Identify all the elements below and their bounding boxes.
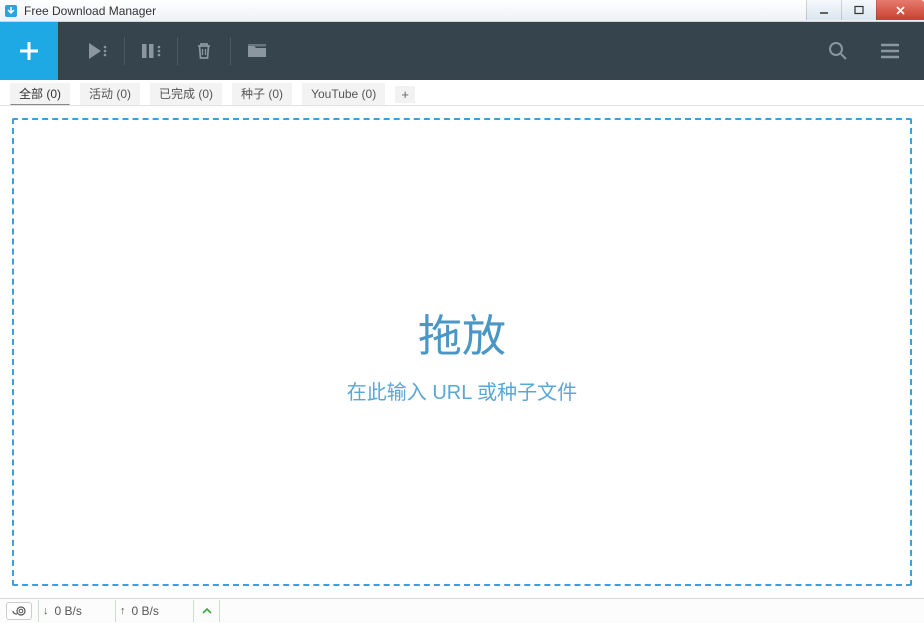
toolbar-right: [812, 22, 924, 80]
drop-title: 拖放: [418, 300, 506, 364]
filter-tab-seed[interactable]: 种子 (0): [232, 83, 292, 105]
pause-button[interactable]: [125, 22, 177, 80]
toolbar: [0, 22, 924, 80]
filter-tab-all[interactable]: 全部 (0): [10, 83, 70, 105]
maximize-button[interactable]: [841, 0, 876, 20]
drop-zone[interactable]: 拖放 在此输入 URL 或种子文件: [12, 118, 912, 586]
add-download-button[interactable]: [0, 22, 58, 80]
close-button[interactable]: [876, 0, 924, 20]
download-speed[interactable]: ↓ 0 B/s: [38, 600, 116, 622]
app-icon: [4, 4, 18, 18]
minimize-button[interactable]: [806, 0, 841, 20]
main-area: 拖放 在此输入 URL 或种子文件: [0, 106, 924, 598]
download-speed-value: 0 B/s: [55, 604, 82, 618]
filter-bar: 全部 (0) 活动 (0) 已完成 (0) 种子 (0) YouTube (0)…: [0, 80, 924, 106]
snail-mode-button[interactable]: [6, 602, 32, 620]
search-button[interactable]: [812, 22, 864, 80]
filter-tab-active[interactable]: 活动 (0): [80, 83, 140, 105]
window-title: Free Download Manager: [24, 4, 156, 18]
upload-speed-value: 0 B/s: [132, 604, 159, 618]
folder-button[interactable]: [231, 22, 283, 80]
window-controls: [806, 0, 924, 20]
title-bar: Free Download Manager: [0, 0, 924, 22]
up-arrow-icon: ↑: [120, 605, 126, 617]
status-bar: ↓ 0 B/s ↑ 0 B/s: [0, 598, 924, 623]
menu-button[interactable]: [864, 22, 916, 80]
filter-tab-youtube[interactable]: YouTube (0): [302, 83, 385, 105]
filter-tab-done[interactable]: 已完成 (0): [150, 83, 222, 105]
playback-group: [72, 22, 283, 80]
drop-subtitle: 在此输入 URL 或种子文件: [347, 376, 577, 405]
upload-speed[interactable]: ↑ 0 B/s: [116, 600, 194, 622]
status-toggle-button[interactable]: [194, 600, 220, 622]
start-button[interactable]: [72, 22, 124, 80]
down-arrow-icon: ↓: [43, 605, 49, 617]
add-filter-button[interactable]: +: [395, 86, 415, 103]
delete-button[interactable]: [178, 22, 230, 80]
